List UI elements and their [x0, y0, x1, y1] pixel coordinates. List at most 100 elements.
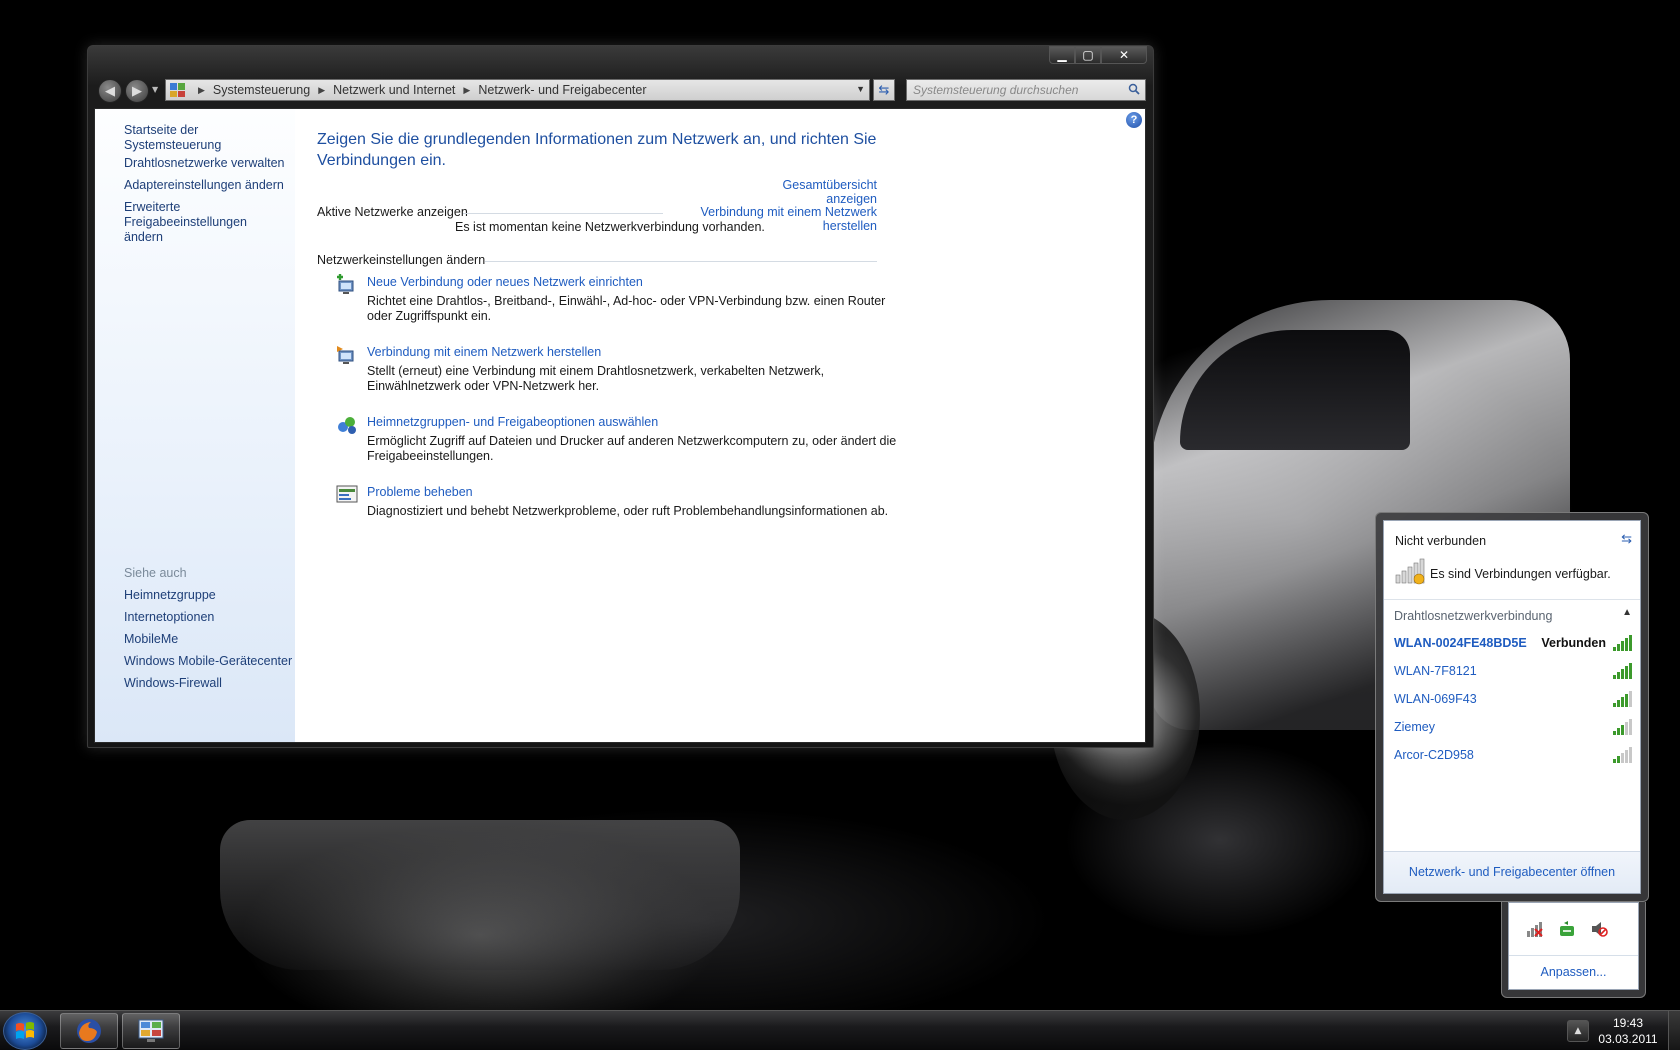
adapter-settings-link[interactable]: Adaptereinstellungen ändern	[124, 178, 294, 193]
network-settings-label: Netzwerkeinstellungen ändern	[317, 253, 486, 267]
signal-bar	[1621, 697, 1624, 707]
clock[interactable]: 19:43 03.03.2011	[1596, 1015, 1660, 1047]
clock-date: 03.03.2011	[1598, 1032, 1658, 1046]
divider	[1384, 599, 1640, 600]
caption-buttons: ▁ ▢ ✕	[1049, 46, 1147, 64]
troubleshoot-icon[interactable]	[335, 483, 359, 507]
task-homegroup-link[interactable]: Heimnetzgruppen- und Freigabeoptionen au…	[367, 415, 658, 429]
refresh-networks-icon[interactable]: ⇆	[1621, 531, 1632, 547]
refresh-icon[interactable]: ⇆	[873, 79, 895, 101]
network-item[interactable]: Ziemey	[1394, 718, 1634, 738]
collapse-chevron-icon[interactable]: ▲	[1622, 607, 1632, 618]
network-name: Arcor-C2D958	[1394, 748, 1474, 762]
help-icon[interactable]: ?	[1126, 112, 1142, 128]
network-item[interactable]: WLAN-0024FE48BD5E Verbunden	[1394, 634, 1634, 654]
maximize-button[interactable]: ▢	[1075, 46, 1101, 64]
see-also-mobileme-link[interactable]: MobileMe	[124, 632, 294, 647]
forward-button[interactable]: ▶	[125, 79, 149, 103]
sync-icon[interactable]	[1558, 920, 1576, 938]
start-button[interactable]	[3, 1012, 47, 1050]
control-panel-home-link[interactable]: Startseite der Systemsteuerung	[124, 123, 294, 153]
back-button[interactable]: ◀	[98, 79, 122, 103]
task-homegroup-desc: Ermöglicht Zugriff auf Dateien und Druck…	[367, 434, 897, 463]
network-name: WLAN-069F43	[1394, 692, 1477, 706]
network-item[interactable]: WLAN-069F43	[1394, 690, 1634, 710]
full-map-link[interactable]: Gesamtübersicht anzeigen	[745, 178, 877, 206]
signal-bar	[1625, 750, 1628, 763]
taskbar-firefox-button[interactable]	[60, 1013, 118, 1049]
notification-overflow: Anpassen...	[1501, 902, 1646, 998]
connect-network-icon[interactable]	[335, 343, 359, 367]
control-panel-taskbar-icon	[138, 1019, 164, 1042]
signal-bar	[1613, 731, 1616, 735]
taskbar: ▲ 19:43 03.03.2011	[0, 1010, 1680, 1050]
main-pane: ? Zeigen Sie die grundlegenden Informati…	[295, 109, 1145, 742]
task-connect-network-link[interactable]: Verbindung mit einem Netzwerk herstellen	[367, 345, 601, 359]
see-also-internet-options-link[interactable]: Internetoptionen	[124, 610, 294, 625]
task-troubleshoot-link[interactable]: Probleme beheben	[367, 485, 473, 499]
address-bar[interactable]: ▶ Systemsteuerung ▶ Netzwerk und Interne…	[165, 79, 870, 101]
signal-bar	[1625, 722, 1628, 735]
signal-bar	[1617, 700, 1620, 707]
breadcrumb-separator-icon[interactable]: ▶	[463, 85, 470, 96]
active-networks-label: Aktive Netzwerke anzeigen	[317, 205, 468, 219]
network-name: WLAN-0024FE48BD5E	[1394, 636, 1527, 650]
see-also-firewall-link[interactable]: Windows-Firewall	[124, 676, 294, 691]
connections-available-text: Es sind Verbindungen verfügbar.	[1430, 567, 1611, 581]
manage-wireless-link[interactable]: Drahtlosnetzwerke verwalten	[124, 156, 294, 171]
see-also-homegroup-link[interactable]: Heimnetzgruppe	[124, 588, 294, 603]
network-item[interactable]: Arcor-C2D958	[1394, 746, 1634, 766]
address-dropdown-icon[interactable]: ▼	[856, 84, 865, 94]
flyout-footer: Netzwerk- und Freigabecenter öffnen	[1384, 851, 1640, 893]
network-name: Ziemey	[1394, 720, 1435, 734]
breadcrumb-systemsteuerung[interactable]: Systemsteuerung	[213, 83, 310, 97]
no-connection-text: Es ist momentan keine Netzwerkverbindung…	[455, 220, 765, 234]
notification-overflow-panel: Anpassen...	[1508, 902, 1639, 990]
control-panel-icon	[170, 83, 185, 97]
signal-strength-icon	[1613, 719, 1632, 735]
breadcrumb-separator-icon[interactable]: ▶	[198, 85, 205, 96]
search-input[interactable]: Systemsteuerung durchsuchen	[906, 79, 1146, 101]
volume-muted-icon[interactable]	[1590, 920, 1608, 938]
wallpaper-car-reflection	[220, 820, 740, 970]
advanced-sharing-link[interactable]: Erweiterte Freigabeeinstellungen ändern	[124, 200, 279, 245]
new-connection-icon[interactable]	[335, 273, 359, 297]
firefox-icon	[77, 1019, 101, 1043]
task-troubleshoot-desc: Diagnostiziert und behebt Netzwerkproble…	[367, 504, 889, 518]
network-disconnected-icon[interactable]	[1526, 920, 1544, 938]
task-new-connection-desc: Richtet eine Drahtlos-, Breitband-, Einw…	[367, 294, 886, 323]
breadcrumb-netzwerk-internet[interactable]: Netzwerk und Internet	[333, 83, 455, 97]
close-button[interactable]: ✕	[1101, 46, 1147, 64]
task-new-connection-link[interactable]: Neue Verbindung oder neues Netzwerk einr…	[367, 275, 643, 289]
signal-bar	[1625, 666, 1628, 679]
signal-bar	[1625, 694, 1628, 707]
open-network-center-link[interactable]: Netzwerk- und Freigabecenter öffnen	[1384, 865, 1640, 879]
clock-time: 19:43	[1612, 1016, 1644, 1030]
signal-bar	[1617, 756, 1620, 763]
network-sharing-center-window: ▁ ▢ ✕ ◀ ▶ ▼ ▶ Systemsteuerung ▶ Netzwerk…	[87, 45, 1154, 748]
wireless-group-label: Drahtlosnetzwerkverbindung	[1394, 609, 1553, 623]
minimize-button[interactable]: ▁	[1049, 46, 1075, 64]
customize-link[interactable]: Anpassen...	[1509, 965, 1638, 979]
network-name: WLAN-7F8121	[1394, 664, 1477, 678]
show-desktop-button[interactable]	[1668, 1011, 1680, 1050]
signal-strength-icon	[1613, 635, 1632, 651]
breadcrumb-separator-icon[interactable]: ▶	[318, 85, 325, 96]
breadcrumb-freigabecenter[interactable]: Netzwerk- und Freigabecenter	[478, 83, 646, 97]
see-also-heading: Siehe auch	[124, 566, 187, 580]
homegroup-icon[interactable]	[335, 413, 359, 437]
content-area: Startseite der Systemsteuerung Drahtlosn…	[94, 108, 1146, 743]
network-item[interactable]: WLAN-7F8121	[1394, 662, 1634, 682]
signal-bar	[1629, 635, 1632, 651]
signal-bar	[1629, 663, 1632, 679]
section-divider	[463, 213, 663, 214]
signal-bar	[1617, 728, 1620, 735]
signal-bar	[1629, 691, 1632, 707]
search-icon[interactable]	[1128, 83, 1140, 95]
recent-pages-dropdown[interactable]: ▼	[152, 85, 158, 94]
network-flyout-panel: Nicht verbunden ⇆ Es sind Verbindungen v…	[1383, 520, 1641, 894]
show-hidden-icons-button[interactable]: ▲	[1567, 1020, 1589, 1042]
taskbar-control-panel-button[interactable]	[122, 1013, 180, 1049]
networks-available-icon	[1395, 558, 1425, 585]
see-also-mobile-device-center-link[interactable]: Windows Mobile-Gerätecenter	[124, 654, 294, 669]
